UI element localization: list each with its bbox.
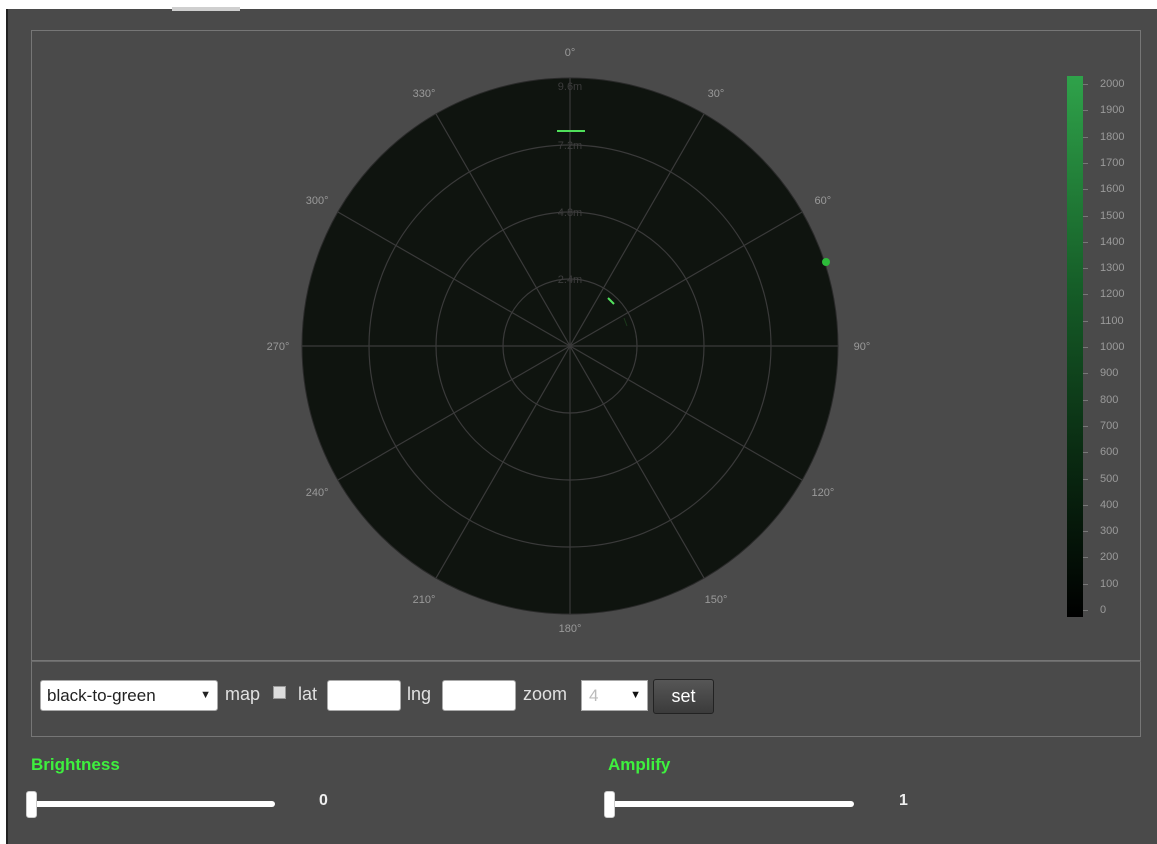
dropdown-arrow-icon: ▼ xyxy=(200,689,211,701)
angle-label: 30° xyxy=(708,88,725,100)
lng-input[interactable] xyxy=(442,680,516,711)
amplify-value: 1 xyxy=(899,792,908,809)
angle-label: 180° xyxy=(559,623,582,635)
set-button[interactable]: set xyxy=(653,679,714,714)
scale-tick-label: 900 xyxy=(1100,367,1119,380)
map-label: map xyxy=(225,684,261,704)
radar-display: 0° 30° 60° 90° 120° 150° 180° 210° 240° 270° 300° 3… xyxy=(267,47,871,635)
range-label: 2.4m xyxy=(558,274,582,286)
scale-tick-label: 1500 xyxy=(1100,209,1125,222)
color-scale-bar xyxy=(1067,76,1083,617)
scale-tick xyxy=(1083,241,1088,243)
brightness-value: 0 xyxy=(319,792,328,809)
scale-tick xyxy=(1083,84,1088,85)
brightness-slider-track[interactable] xyxy=(34,801,275,807)
angle-label: 270° xyxy=(267,341,290,353)
angle-label: 240° xyxy=(306,487,329,499)
scale-tick-label: 400 xyxy=(1100,498,1119,511)
angle-label: 90° xyxy=(854,341,871,353)
angle-label: 60° xyxy=(815,195,832,207)
scale-tick-label: 1900 xyxy=(1100,104,1125,117)
palette-select-value: black-to-green xyxy=(47,686,156,705)
zoom-select-value: 4 xyxy=(589,686,599,705)
lat-label: lat xyxy=(298,684,318,704)
angle-label: 210° xyxy=(413,594,436,606)
scale-tick-label: 600 xyxy=(1100,446,1119,459)
scale-tick xyxy=(1083,610,1088,611)
scale-tick-label: 1800 xyxy=(1100,130,1125,143)
lng-label: lng xyxy=(407,684,432,704)
scale-tick-label: 1100 xyxy=(1100,314,1124,327)
lat-input[interactable] xyxy=(327,680,401,711)
scale-tick xyxy=(1083,294,1088,296)
scale-tick xyxy=(1083,557,1088,559)
amplify-slider-track[interactable] xyxy=(612,801,854,807)
scale-tick xyxy=(1083,583,1088,585)
zoom-select[interactable]: 4 ▼ xyxy=(581,680,648,711)
scale-tick xyxy=(1083,347,1088,348)
scale-tick-label: 300 xyxy=(1100,525,1119,538)
zoom-label: zoom xyxy=(523,684,568,704)
angle-label: 300° xyxy=(306,195,329,207)
scale-tick-label: 1600 xyxy=(1100,183,1125,196)
echo-blip xyxy=(822,258,830,266)
angle-label: 330° xyxy=(413,88,436,100)
map-checkbox[interactable] xyxy=(273,686,286,699)
scale-tick-label: 1200 xyxy=(1100,288,1125,301)
angle-label: 150° xyxy=(705,594,728,606)
brightness-slider-handle[interactable] xyxy=(26,791,37,818)
scale-tick-label: 1400 xyxy=(1100,235,1125,248)
scale-tick xyxy=(1083,425,1088,427)
scale-tick xyxy=(1083,110,1088,112)
scale-tick-label: 100 xyxy=(1100,577,1119,590)
scale-tick xyxy=(1083,373,1088,375)
range-label: 9.6m xyxy=(558,81,582,93)
scale-tick xyxy=(1083,531,1088,533)
scale-tick xyxy=(1083,215,1088,217)
range-label: 7.2m xyxy=(558,140,582,152)
scale-tick xyxy=(1083,320,1088,322)
brightness-title: Brightness xyxy=(31,755,120,774)
scale-tick xyxy=(1083,162,1088,164)
scale-tick xyxy=(1083,268,1088,270)
scale-tick-label: 700 xyxy=(1100,419,1119,432)
palette-select[interactable]: black-to-green ▼ xyxy=(40,680,218,711)
range-label: 4.8m xyxy=(558,207,582,219)
scale-tick-label: 0 xyxy=(1100,604,1107,616)
scale-tick xyxy=(1083,504,1088,506)
scale-tick xyxy=(1083,189,1088,191)
scale-tick-label: 1700 xyxy=(1100,156,1125,169)
scale-tick xyxy=(1083,136,1088,138)
dropdown-arrow-icon: ▼ xyxy=(630,689,641,701)
scale-tick-label: 800 xyxy=(1100,393,1119,406)
scale-tick-label: 2000 xyxy=(1100,78,1125,90)
angle-label: 0° xyxy=(565,47,576,59)
scale-tick-label: 200 xyxy=(1100,551,1119,564)
angle-label: 120° xyxy=(811,487,834,499)
scale-tick-label: 500 xyxy=(1100,472,1119,485)
scale-tick-label: 1000 xyxy=(1100,341,1125,353)
scale-tick xyxy=(1083,452,1088,454)
scale-tick-label: 1300 xyxy=(1100,262,1125,275)
amplify-slider-handle[interactable] xyxy=(604,791,615,818)
scale-tick xyxy=(1083,478,1088,480)
amplify-title: Amplify xyxy=(608,755,671,774)
scale-tick xyxy=(1083,399,1088,401)
